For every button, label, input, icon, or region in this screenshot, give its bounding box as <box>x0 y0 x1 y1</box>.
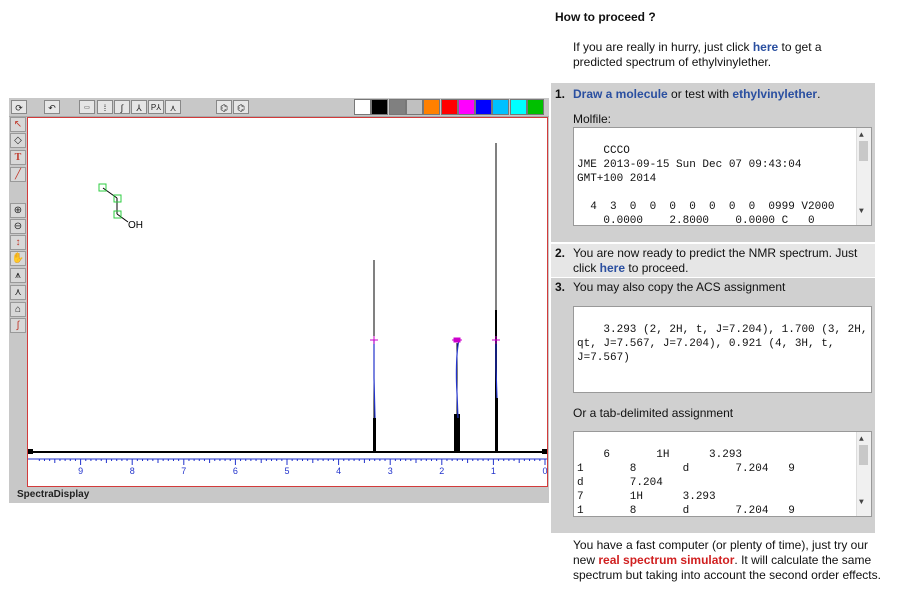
peak-icon[interactable]: ⅄ <box>131 100 147 114</box>
acs-textarea[interactable]: 3.293 (2, 2H, t, J=7.204), 1.700 (3, 2H,… <box>573 306 872 393</box>
text-icon[interactable]: T <box>10 150 26 165</box>
undo-icon[interactable]: ↶ <box>44 100 60 114</box>
color-swatch[interactable] <box>457 99 475 115</box>
multiplet-pick-icon[interactable]: ⌂ <box>10 302 26 317</box>
color-swatch[interactable] <box>440 99 458 115</box>
step-1-text: Draw a molecule or test with ethylvinyle… <box>573 87 820 102</box>
axis-tick-label: 1 <box>491 466 496 476</box>
peak-label-icon[interactable]: P⅄ <box>148 100 164 114</box>
spectrum-svg: OH 9 8 7 6 5 4 3 2 1 0 <box>28 143 548 476</box>
step-1-number: 1. <box>555 87 566 101</box>
molfile-label: Molfile: <box>573 112 612 126</box>
step-2-post: to proceed. <box>625 261 689 275</box>
scroll-down-icon[interactable]: ▼ <box>859 496 864 510</box>
refresh-icon[interactable]: ⟳ <box>11 100 27 114</box>
select-icon[interactable]: ↖ <box>10 117 26 132</box>
ethylvinylether-link[interactable]: ethylvinylether <box>732 87 817 101</box>
axis-tick-label: 4 <box>336 466 341 476</box>
molfile-textarea[interactable]: CCCO JME 2013-09-15 Sun Dec 07 09:43:04 … <box>573 127 872 226</box>
axis-tick-label: 2 <box>439 466 444 476</box>
color-swatch[interactable] <box>475 99 493 115</box>
tab-assignment-textarea[interactable]: 6 1H 3.293 1 8 d 7.204 9 d 7.204 7 1H 3.… <box>573 431 872 517</box>
simulator-paragraph: You have a fast computer (or plenty of t… <box>573 538 883 583</box>
eraser-icon[interactable]: ◇ <box>10 133 26 148</box>
peak-pick2-icon[interactable]: ⋏ <box>10 285 26 300</box>
step-1-end: . <box>817 87 821 101</box>
scrollbar[interactable]: ▲ ▼ <box>856 432 871 516</box>
molecule-structure[interactable]: OH <box>98 183 143 231</box>
step-2-number: 2. <box>555 246 566 260</box>
hurry-paragraph: If you are really in hurry, just click h… <box>573 40 873 70</box>
predict-link[interactable]: here <box>753 40 778 54</box>
axis-tick-label: 8 <box>130 466 135 476</box>
molecule-assign2-icon[interactable]: ⌬ <box>233 100 249 114</box>
step-3-panel: 3. You may also copy the ACS assignment … <box>551 278 875 533</box>
oh-label: OH <box>128 220 143 231</box>
left-toolbar: ↖ ◇ T ╱ ⊕ ⊖ ↕ ✋ ⩚ ⋏ ⌂ ∫ <box>9 117 26 417</box>
color-swatch[interactable] <box>492 99 510 115</box>
pan-icon[interactable]: ✋ <box>10 251 26 266</box>
color-swatch[interactable] <box>509 99 527 115</box>
integral-icon[interactable]: ∫ <box>114 100 130 114</box>
step-3-text: You may also copy the ACS assignment <box>573 280 786 294</box>
zoom-out-icon[interactable]: ⊖ <box>10 219 26 234</box>
molecule-assign-icon[interactable]: ⌬ <box>216 100 232 114</box>
cursor-icon[interactable]: ⁞ <box>97 100 113 114</box>
axis-tick-label: 6 <box>233 466 238 476</box>
peak-pick-icon[interactable]: ⩚ <box>10 268 26 283</box>
spectra-applet: ⟳ ↶ ▭ ⁞ ∫ ⅄ P⅄ ⋏ ⌬ ⌬ ↖ ◇ T ╱ ⊕ ⊖ ↕ ✋ ⩚ ⋏… <box>9 98 549 503</box>
axis-tick-label: 5 <box>284 466 289 476</box>
step-2-panel: 2. You are now ready to predict the NMR … <box>551 244 875 277</box>
step-1-panel: 1. Draw a molecule or test with ethylvin… <box>551 83 875 242</box>
tab-delimited-label: Or a tab-delimited assignment <box>573 406 734 420</box>
axis-ticks <box>38 459 546 465</box>
acs-content: 3.293 (2, 2H, t, J=7.204), 1.700 (3, 2H,… <box>577 324 868 364</box>
step-3-number: 3. <box>555 280 566 294</box>
multiplet-icon[interactable]: ⋏ <box>165 100 181 114</box>
color-swatch[interactable] <box>405 99 423 115</box>
page-title: How to proceed ? <box>555 10 656 24</box>
zoom-y-icon[interactable]: ↕ <box>10 235 26 250</box>
baseline-handle-right[interactable] <box>542 449 547 454</box>
baseline-handle-left[interactable] <box>28 449 33 454</box>
axis-tick-labels: 9 8 7 6 5 4 3 2 1 0 <box>78 466 547 476</box>
applet-name-label: SpectraDisplay <box>17 489 90 500</box>
axis-tick-label: 7 <box>181 466 186 476</box>
color-swatch[interactable] <box>527 99 544 115</box>
integral-tool-icon[interactable]: ∫ <box>10 318 26 333</box>
integral-curves <box>373 339 498 419</box>
tab-content: 6 1H 3.293 1 8 d 7.204 9 d 7.204 7 1H 3.… <box>577 449 795 517</box>
spectrum-plot[interactable]: OH 9 8 7 6 5 4 3 2 1 0 <box>27 117 548 487</box>
scroll-down-icon[interactable]: ▼ <box>859 205 864 219</box>
color-swatch[interactable] <box>371 99 389 115</box>
applet-toolbar: ⟳ ↶ ▭ ⁞ ∫ ⅄ P⅄ ⋏ ⌬ ⌬ <box>9 98 549 117</box>
axis-tick-label: 3 <box>388 466 393 476</box>
axis-tick-label: 9 <box>78 466 83 476</box>
color-swatch[interactable] <box>423 99 441 115</box>
step-1-mid: or test with <box>667 87 733 101</box>
hurry-text: If you are really in hurry, just click <box>573 40 753 54</box>
color-swatch[interactable] <box>354 99 371 115</box>
scrollbar[interactable]: ▲ ▼ <box>856 128 871 225</box>
ppm-icon[interactable]: ▭ <box>79 100 95 114</box>
integral-markers[interactable] <box>370 336 500 344</box>
real-spectrum-simulator-link[interactable]: real spectrum simulator <box>598 553 734 567</box>
proceed-link[interactable]: here <box>600 261 625 275</box>
molfile-content: CCCO JME 2013-09-15 Sun Dec 07 09:43:04 … <box>577 145 835 226</box>
zoom-in-icon[interactable]: ⊕ <box>10 203 26 218</box>
color-swatch[interactable] <box>388 99 406 115</box>
axis-tick-label: 0 <box>542 466 547 476</box>
spectrum-peaks <box>373 143 498 451</box>
draw-molecule-link[interactable]: Draw a molecule <box>573 87 668 101</box>
line-icon[interactable]: ╱ <box>10 167 26 182</box>
step-2-text: You are now ready to predict the NMR spe… <box>573 246 873 276</box>
